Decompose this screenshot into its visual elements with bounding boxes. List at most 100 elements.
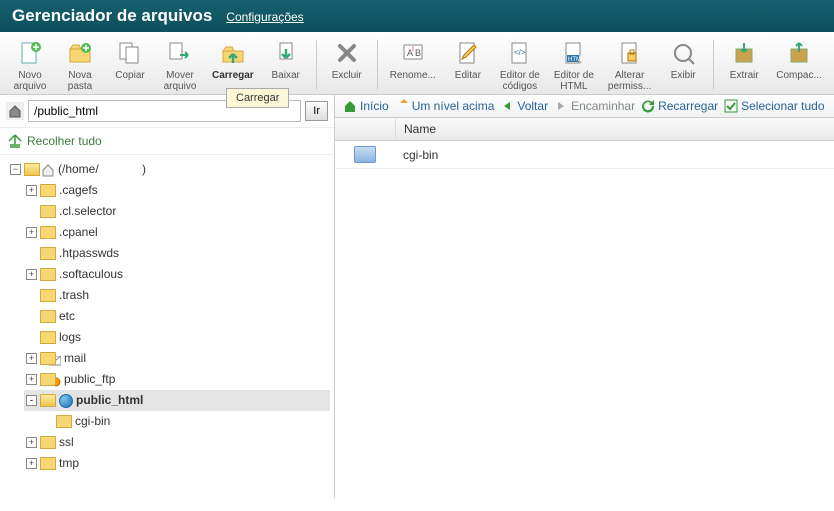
crumb-label: Selecionar tudo <box>741 99 824 113</box>
header: Gerenciador de arquivos Configurações <box>0 0 834 32</box>
folder-icon <box>56 415 72 428</box>
tree-label: mail <box>64 348 86 369</box>
tool-extract[interactable]: Extrair <box>720 36 768 94</box>
tool-file-plus[interactable]: Novo arquivo <box>6 36 54 94</box>
expander-spacer <box>26 206 37 217</box>
tree-label: .cl.selector <box>59 201 116 222</box>
tool-view[interactable]: Exibir <box>659 36 707 94</box>
tool-upload[interactable]: Carregar <box>206 36 260 94</box>
rename-icon: A BI <box>398 38 428 68</box>
tree-label: .trash <box>59 285 89 306</box>
globe-icon <box>59 394 73 408</box>
crumb-0[interactable]: Início <box>343 99 389 113</box>
edit-icon <box>453 38 483 68</box>
col-name[interactable]: Name <box>395 118 834 140</box>
crumb-3[interactable]: Encaminhar <box>554 99 635 113</box>
tree-node-mail[interactable]: + mail <box>24 348 330 369</box>
tool-folder-plus[interactable]: Nova pasta <box>56 36 104 94</box>
crumb-label: Voltar <box>517 99 548 113</box>
tool-copy[interactable]: Copiar <box>106 36 154 94</box>
tool-label: Mover arquivo <box>164 70 197 92</box>
folder-icon <box>40 352 56 365</box>
tree-node-.cl.selector[interactable]: .cl.selector <box>24 201 330 222</box>
tool-label: Carregar <box>212 70 254 81</box>
expander-icon[interactable]: + <box>26 269 37 280</box>
tool-label: Compac... <box>776 70 822 81</box>
folder-plus-icon <box>65 38 95 68</box>
tool-label: Exibir <box>671 70 696 81</box>
go-button[interactable]: Ir <box>305 101 328 121</box>
view-icon <box>668 38 698 68</box>
settings-link[interactable]: Configurações <box>226 10 303 24</box>
download-icon <box>271 38 301 68</box>
crumb-label: Um nível acima <box>412 99 495 113</box>
folder-icon <box>40 373 56 386</box>
move-icon <box>165 38 195 68</box>
copy-icon <box>115 38 145 68</box>
delete-icon <box>332 38 362 68</box>
tool-compress[interactable]: Compac... <box>770 36 828 94</box>
crumb-5[interactable]: Selecionar tudo <box>724 99 824 113</box>
home-icon[interactable] <box>6 102 24 120</box>
tool-html-editor[interactable]: HTMLEditor de HTML <box>548 36 600 94</box>
tool-move[interactable]: Mover arquivo <box>156 36 204 94</box>
svg-text:I: I <box>412 46 414 53</box>
tree-node-tmp[interactable]: + tmp <box>24 453 330 474</box>
tool-label: Nova pasta <box>68 70 92 92</box>
tree-label: public_html <box>76 390 143 411</box>
expander-icon[interactable]: − <box>10 164 21 175</box>
tool-label: Editor de HTML <box>554 70 594 92</box>
tree-label: .cagefs <box>59 180 98 201</box>
tree-node-.htpasswds[interactable]: .htpasswds <box>24 243 330 264</box>
folder-icon <box>354 146 376 163</box>
tree-root[interactable]: − (/home/ ) <box>8 159 330 180</box>
tree-node-logs[interactable]: logs <box>24 327 330 348</box>
tree-node-public_ftp[interactable]: + public_ftp <box>24 369 330 390</box>
crumb-label: Início <box>360 99 389 113</box>
action-bar: Início Um nível acima Voltar Encaminhar Reca… <box>335 95 834 118</box>
crumb-icon <box>343 99 357 113</box>
expander-icon[interactable]: + <box>26 185 37 196</box>
tool-rename[interactable]: A BIRenome... <box>384 36 442 94</box>
tree-node-public_html[interactable]: - public_html <box>24 390 330 411</box>
tree-node-.trash[interactable]: .trash <box>24 285 330 306</box>
crumb-icon <box>724 99 738 113</box>
crumb-4[interactable]: Recarregar <box>641 99 718 113</box>
folder-icon <box>40 184 56 197</box>
expander-spacer <box>26 290 37 301</box>
crumb-icon <box>395 99 409 113</box>
expander-icon[interactable]: + <box>26 353 37 364</box>
folder-tree: − (/home/ )+ .cagefs .cl.selector+ .cpan… <box>0 155 334 498</box>
tree-node-.softaculous[interactable]: + .softaculous <box>24 264 330 285</box>
expander-icon[interactable]: + <box>26 374 37 385</box>
tool-permissions[interactable]: Alterar permiss... <box>602 36 657 94</box>
folder-icon <box>40 205 56 218</box>
tool-download[interactable]: Baixar <box>262 36 310 94</box>
crumb-icon <box>500 99 514 113</box>
expander-icon[interactable]: - <box>26 395 37 406</box>
tree-node-cgi-bin[interactable]: cgi-bin <box>40 411 330 432</box>
expander-icon[interactable]: + <box>26 458 37 469</box>
file-list: cgi-bin <box>335 141 834 498</box>
tool-edit[interactable]: Editar <box>444 36 492 94</box>
expander-icon[interactable]: + <box>26 437 37 448</box>
tool-delete[interactable]: Excluir <box>323 36 371 94</box>
tree-node-etc[interactable]: etc <box>24 306 330 327</box>
app-title: Gerenciador de arquivos <box>12 6 212 26</box>
list-header: Name <box>335 118 834 141</box>
folder-icon <box>40 457 56 470</box>
tree-node-.cagefs[interactable]: + .cagefs <box>24 180 330 201</box>
crumb-icon <box>641 99 655 113</box>
crumb-label: Encaminhar <box>571 99 635 113</box>
tree-node-ssl[interactable]: + ssl <box>24 432 330 453</box>
file-row[interactable]: cgi-bin <box>335 141 834 169</box>
tree-node-.cpanel[interactable]: + .cpanel <box>24 222 330 243</box>
expander-spacer <box>26 332 37 343</box>
tool-code-editor[interactable]: </>Editor de códigos <box>494 36 546 94</box>
crumb-1[interactable]: Um nível acima <box>395 99 495 113</box>
crumb-2[interactable]: Voltar <box>500 99 548 113</box>
expander-icon[interactable]: + <box>26 227 37 238</box>
collapse-all[interactable]: Recolher tudo <box>0 128 334 155</box>
collapse-icon <box>8 134 22 148</box>
expander-spacer <box>26 248 37 259</box>
